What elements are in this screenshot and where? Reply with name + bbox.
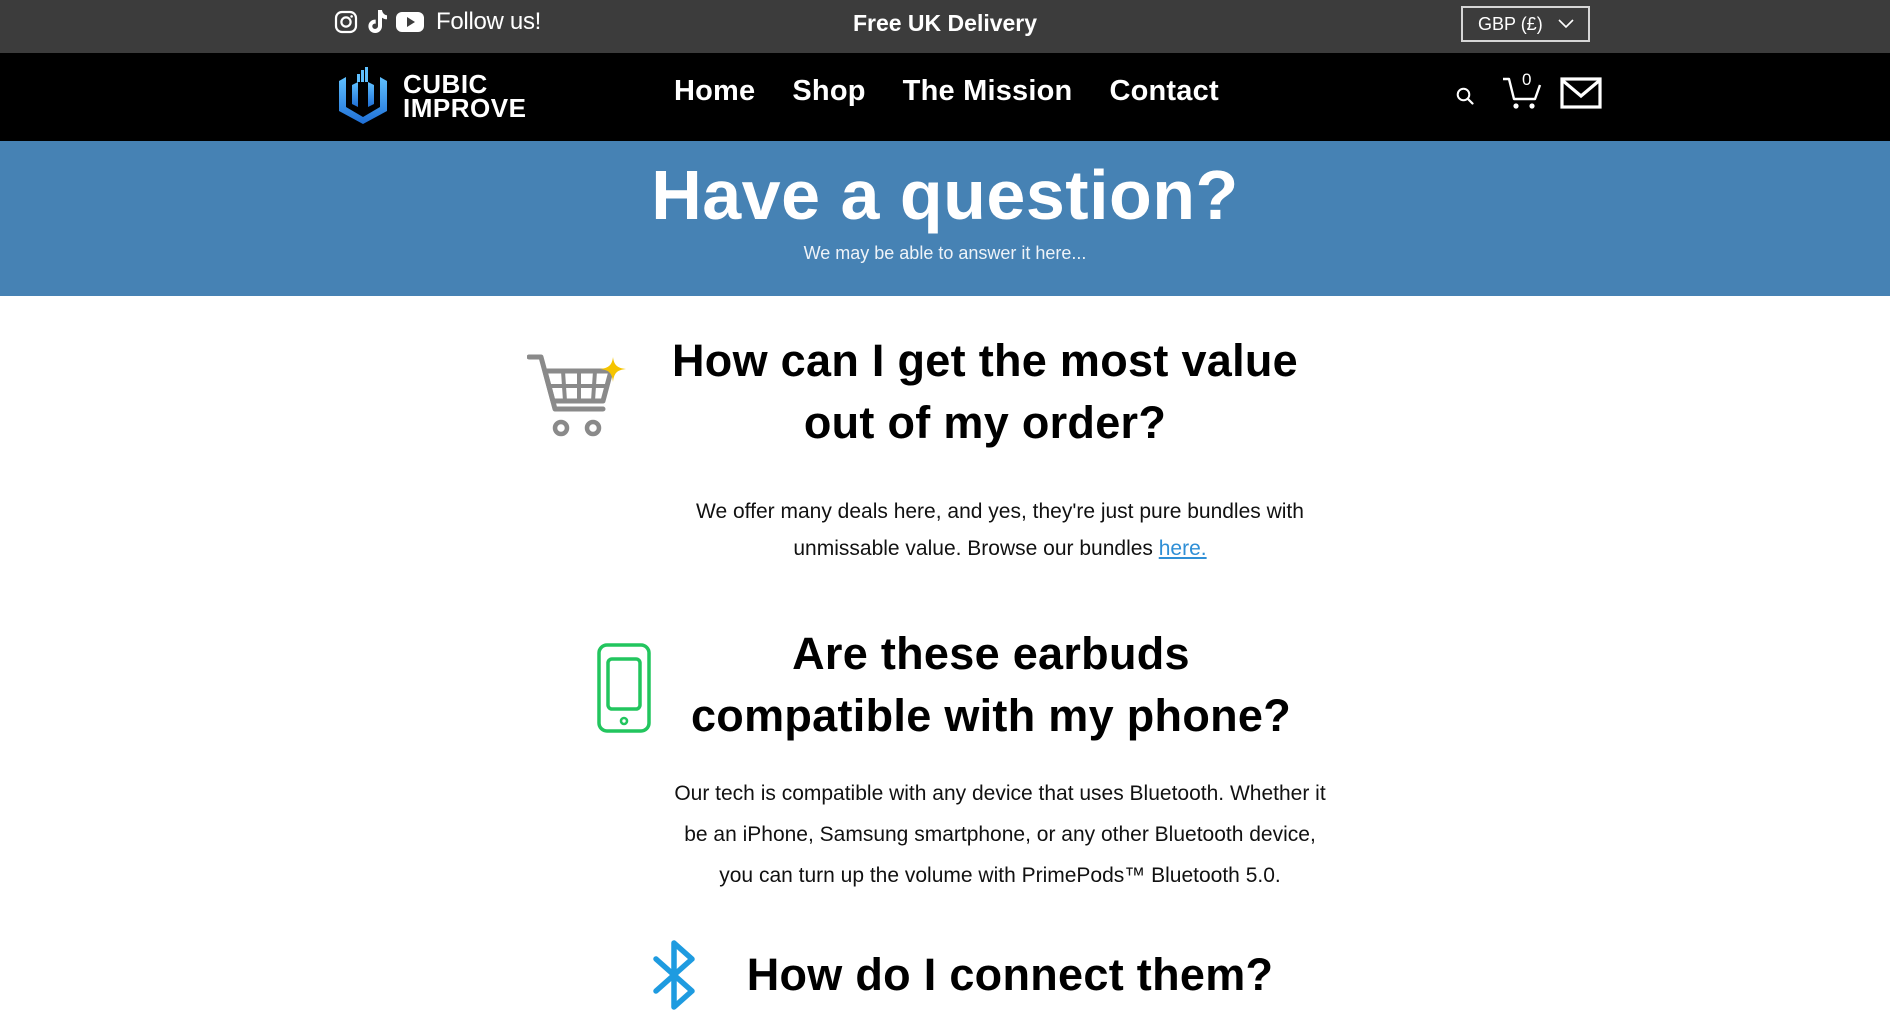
faq-question-1: How can I get the most value out of my o… <box>671 335 1299 448</box>
nav-item-shop[interactable]: Shop <box>792 75 865 108</box>
faq-question-3: How do I connect them? <box>746 949 1274 1000</box>
faq-question-2: Are these earbuds compatible with my pho… <box>690 628 1292 741</box>
currency-value: GBP (£) <box>1478 13 1543 34</box>
chevron-down-icon <box>1558 19 1574 29</box>
smartphone-icon <box>597 643 651 733</box>
cart-count: 0 <box>1522 70 1532 89</box>
bundles-link[interactable]: here. <box>1159 537 1207 560</box>
search-icon[interactable] <box>1456 87 1474 105</box>
nav-item-contact[interactable]: Contact <box>1109 75 1218 108</box>
logo-word-improve: IMPROVE <box>403 93 527 123</box>
page-subtitle: We may be able to answer it here... <box>803 242 1087 263</box>
youtube-icon[interactable] <box>396 12 424 32</box>
announcement-bar: Follow us! Free UK Delivery GBP (£) <box>0 0 1890 53</box>
currency-selector[interactable]: GBP (£) <box>1461 6 1590 42</box>
main-nav: CUBIC IMPROVE Home Shop The Mission Cont… <box>0 53 1890 141</box>
page: Follow us! Free UK Delivery GBP (£) CUBI… <box>0 0 1890 1022</box>
nav-actions: 0 <box>1456 70 1602 111</box>
tiktok-icon[interactable] <box>366 9 388 35</box>
social-links: Follow us! <box>334 8 542 35</box>
free-delivery-announcement: Free UK Delivery <box>852 10 1038 36</box>
bluetooth-icon <box>653 940 695 1010</box>
follow-us-label: Follow us! <box>436 8 542 35</box>
faq-answer-2: Our tech is compatible with any device t… <box>674 782 1326 887</box>
nav-item-home[interactable]: Home <box>674 75 755 108</box>
nav-menu: Home Shop The Mission Contact <box>674 75 1219 108</box>
faq-answer-1: We offer many deals here, and yes, they'… <box>696 500 1304 560</box>
shopping-cart-sparkle-icon <box>527 354 626 437</box>
instagram-icon[interactable] <box>334 10 358 34</box>
cubic-improve-logo-icon <box>339 67 387 124</box>
mail-icon[interactable] <box>1560 77 1602 109</box>
nav-item-the-mission[interactable]: The Mission <box>903 75 1073 108</box>
cart-button[interactable]: 0 <box>1502 70 1542 111</box>
site-logo[interactable]: CUBIC IMPROVE <box>336 67 526 125</box>
page-title: Have a question? <box>651 156 1239 234</box>
faq-hero: Have a question? We may be able to answe… <box>0 141 1890 296</box>
